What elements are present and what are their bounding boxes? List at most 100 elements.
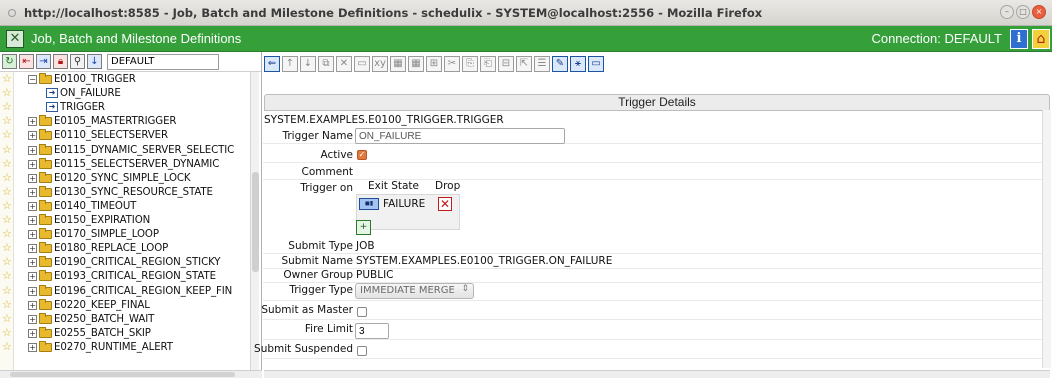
up-icon[interactable]: ↑ xyxy=(282,56,298,72)
submit-suspended-checkbox[interactable] xyxy=(357,346,367,356)
search-icon[interactable]: ⚲ xyxy=(70,54,85,69)
expand-node-icon[interactable]: + xyxy=(28,130,37,140)
tree-item[interactable]: + E0150_EXPIRATION xyxy=(14,213,150,227)
details-horizontal-scrollbar[interactable] xyxy=(264,370,1050,378)
grid-icon[interactable]: ▦ xyxy=(390,56,406,72)
expand-node-icon[interactable]: + xyxy=(28,215,37,225)
favorite-star-icon[interactable]: ☆ xyxy=(2,73,12,84)
copy-icon[interactable]: ⧉ xyxy=(318,56,334,72)
trigger-type-select[interactable]: IMMEDIATE MERGE ⇕ xyxy=(355,283,474,299)
favorite-star-icon[interactable]: ☆ xyxy=(2,115,12,126)
expand-node-icon[interactable]: + xyxy=(28,328,37,338)
tree-item[interactable]: + E0255_BATCH_SKIP xyxy=(14,326,151,340)
download-icon[interactable]: ↓ xyxy=(87,54,102,69)
favorite-star-icon[interactable]: ☆ xyxy=(2,285,12,296)
tree-filter-input[interactable] xyxy=(107,53,219,70)
expand-icon[interactable]: ⇥ xyxy=(36,54,51,69)
cut-icon[interactable]: ✂ xyxy=(444,56,460,72)
expand-node-icon[interactable]: + xyxy=(28,314,37,324)
app-close-icon[interactable]: ✕ xyxy=(6,29,24,48)
collapse-icon[interactable]: ⇤ xyxy=(19,54,34,69)
tree-item[interactable]: + E0180_REPLACE_LOOP xyxy=(14,241,168,255)
favorite-star-icon[interactable]: ☆ xyxy=(2,299,12,310)
expand-node-icon[interactable]: + xyxy=(28,173,37,183)
favorite-star-icon[interactable]: ☆ xyxy=(2,172,12,183)
favorite-star-icon[interactable]: ☆ xyxy=(2,214,12,225)
add-exit-state-icon[interactable]: + xyxy=(356,220,371,235)
favorite-star-icon[interactable]: ☆ xyxy=(2,200,12,211)
tree-item[interactable]: + E0115_DYNAMIC_SERVER_SELECTIC xyxy=(14,143,234,157)
window-menu-icon[interactable] xyxy=(8,8,16,17)
minimize-icon[interactable]: – xyxy=(1000,5,1014,19)
tree-item[interactable]: + E0170_SIMPLE_LOOP xyxy=(14,227,159,241)
lock-icon[interactable]: 🔒︎ xyxy=(53,54,68,69)
favorite-star-icon[interactable]: ☆ xyxy=(2,313,12,324)
info-icon[interactable]: i xyxy=(1010,29,1028,49)
expand-node-icon[interactable]: + xyxy=(28,159,37,169)
drop-icon[interactable]: ✕ xyxy=(438,197,452,211)
favorite-star-icon[interactable]: ☆ xyxy=(2,228,12,239)
graph-icon[interactable]: ⚹ xyxy=(570,56,586,72)
expand-node-icon[interactable]: + xyxy=(28,342,37,352)
tree-icon[interactable]: ⊟ xyxy=(498,56,514,72)
clipboard-icon[interactable]: ⎗ xyxy=(480,56,496,72)
favorite-star-icon[interactable]: ☆ xyxy=(2,158,12,169)
tree-vertical-scrollbar[interactable] xyxy=(250,72,259,370)
details-vertical-scrollbar[interactable] xyxy=(1042,110,1051,368)
download-icon[interactable]: ↓ xyxy=(300,56,316,72)
home-icon[interactable]: ⌂ xyxy=(1032,29,1050,49)
expand-node-icon[interactable]: + xyxy=(28,229,37,239)
expand-node-icon[interactable]: + xyxy=(28,286,37,296)
edit-icon[interactable]: ✎ xyxy=(552,56,568,72)
comment-icon[interactable]: ▭ xyxy=(588,56,604,72)
xy-icon[interactable]: xy xyxy=(372,56,388,72)
active-checkbox[interactable]: ✓ xyxy=(357,150,367,160)
delete-icon[interactable]: ✕ xyxy=(336,56,352,72)
collapse-node-icon[interactable]: − xyxy=(28,74,37,84)
expand-node-icon[interactable]: + xyxy=(28,300,37,310)
favorite-star-icon[interactable]: ☆ xyxy=(2,87,12,98)
grid2-icon[interactable]: ▦ xyxy=(408,56,424,72)
favorite-star-icon[interactable]: ☆ xyxy=(2,144,12,155)
expand-node-icon[interactable]: + xyxy=(28,271,37,281)
tree-horizontal-scrollbar[interactable] xyxy=(0,370,262,378)
expand-node-icon[interactable]: + xyxy=(28,243,37,253)
submit-as-master-checkbox[interactable] xyxy=(357,307,367,317)
tree-item[interactable]: + E0115_SELECTSERVER_DYNAMIC xyxy=(14,157,219,171)
tree-item[interactable]: + E0196_CRITICAL_REGION_KEEP_FIN xyxy=(14,284,232,298)
expand-node-icon[interactable]: + xyxy=(28,187,37,197)
list-icon[interactable]: ☰ xyxy=(534,56,550,72)
expand-node-icon[interactable]: + xyxy=(28,201,37,211)
tree-item[interactable]: + E0120_SYNC_SIMPLE_LOCK xyxy=(14,171,191,185)
favorite-star-icon[interactable]: ☆ xyxy=(2,341,12,352)
tree-item[interactable]: + E0140_TIMEOUT xyxy=(14,199,136,213)
tree-item[interactable]: + E0220_KEEP_FINAL xyxy=(14,298,150,312)
cursor-icon[interactable]: ⇱ xyxy=(516,56,532,72)
favorite-star-icon[interactable]: ☆ xyxy=(2,101,12,112)
favorite-star-icon[interactable]: ☆ xyxy=(2,129,12,140)
back-icon[interactable]: ⇐ xyxy=(264,56,280,72)
tree-item[interactable]: + E0110_SELECTSERVER xyxy=(14,128,168,142)
trigger-name-input[interactable] xyxy=(355,128,565,144)
paste-icon[interactable]: ⎘ xyxy=(462,56,478,72)
tree-item[interactable]: + E0130_SYNC_RESOURCE_STATE xyxy=(14,185,213,199)
tree-item[interactable]: + E0193_CRITICAL_REGION_STATE xyxy=(14,269,216,283)
maximize-icon[interactable]: □ xyxy=(1016,5,1030,19)
favorite-star-icon[interactable]: ☆ xyxy=(2,327,12,338)
favorite-star-icon[interactable]: ☆ xyxy=(2,242,12,253)
tree-item[interactable]: + E0250_BATCH_WAIT xyxy=(14,312,154,326)
tree-item[interactable]: + E0105_MASTERTRIGGER xyxy=(14,114,176,128)
expand-node-icon[interactable]: + xyxy=(28,145,37,155)
table-icon[interactable]: ⊞ xyxy=(426,56,442,72)
tree-item[interactable]: − E0100_TRIGGER xyxy=(14,72,136,86)
close-icon[interactable]: × xyxy=(1032,5,1046,19)
favorite-star-icon[interactable]: ☆ xyxy=(2,270,12,281)
new-document-icon[interactable]: ▭ xyxy=(354,56,370,72)
tree-item[interactable]: ➜ TRIGGER xyxy=(14,100,105,114)
favorite-star-icon[interactable]: ☆ xyxy=(2,186,12,197)
tree-item[interactable]: + E0270_RUNTIME_ALERT xyxy=(14,340,173,354)
refresh-icon[interactable]: ↻ xyxy=(2,54,17,69)
tree-item[interactable]: ➜ ON_FAILURE xyxy=(14,86,121,100)
expand-node-icon[interactable]: + xyxy=(28,257,37,267)
expand-node-icon[interactable]: + xyxy=(28,116,37,126)
